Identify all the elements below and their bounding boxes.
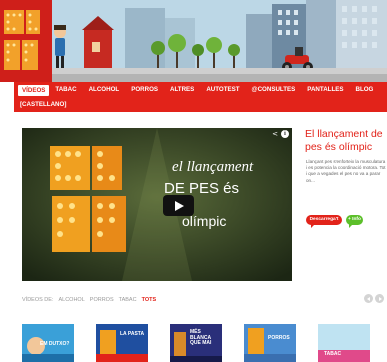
video-thumbnail[interactable]: Més blanca que mai [170, 324, 222, 362]
nav-row: [Castellano] [14, 98, 72, 112]
nav-item-pantalles[interactable]: Pantalles [301, 83, 349, 97]
next-arrow-icon[interactable] [375, 294, 384, 303]
filter-tots[interactable]: Tots [142, 297, 157, 303]
nav-item-tabac[interactable]: Tabac [49, 83, 82, 97]
article-title[interactable]: El llançament de pes és olímpic [305, 128, 387, 154]
language-link[interactable]: [Castellano] [14, 98, 72, 112]
nav-item-altres[interactable]: Altres [164, 83, 200, 97]
main-nav: Vídeos Tabac Alcohol Porros Altres Autot… [14, 82, 387, 112]
nav-item-porros[interactable]: Porros [125, 83, 164, 97]
filter-label: Vídeos de: [22, 297, 54, 303]
video-thumbnail[interactable]: Tabac [318, 324, 370, 362]
info-icon[interactable]: i [281, 130, 289, 138]
nav-item-videos[interactable]: Vídeos [18, 84, 50, 96]
thumbnail-caption: Més blanca que mai [190, 329, 212, 346]
video-player[interactable]: el llançament DE PES és olímpic < i [22, 128, 292, 281]
header-banner [0, 0, 387, 82]
nav-item-autotest[interactable]: Autotest [200, 83, 245, 97]
thumbnail-caption: Tabac [324, 351, 342, 357]
nav-item-alcohol[interactable]: Alcohol [83, 83, 126, 97]
filter-porros[interactable]: Porros [90, 297, 114, 303]
video-filter-bar: Vídeos de: Alcohol Porros Tabac Tots [22, 295, 161, 305]
nav-item-consultes[interactable]: @consultes [246, 83, 302, 97]
logo [0, 0, 52, 82]
thumbnail-caption: Em dutxo? [40, 341, 70, 347]
prev-arrow-icon[interactable] [364, 294, 373, 303]
video-thumbnail[interactable]: Porros [244, 324, 296, 362]
video-overlay-title: el llançament [172, 159, 254, 175]
nav-row: Vídeos Tabac Alcohol Porros Altres Autot… [14, 83, 379, 97]
play-button[interactable] [163, 195, 194, 216]
thumbnail-caption: La pasta [120, 331, 145, 337]
video-thumbnail[interactable]: La pasta [96, 324, 148, 362]
download-button-tail [311, 224, 315, 228]
filter-tabac[interactable]: Tabac [119, 297, 137, 303]
video-thumbnail[interactable]: Em dutxo? [22, 324, 74, 362]
nav-item-blog[interactable]: Blog [350, 83, 380, 97]
article-text: Llançant pes s'enforteix la musculatura … [306, 159, 386, 183]
info-button-tail [349, 224, 353, 228]
share-icon[interactable]: < [272, 130, 278, 138]
thumbnail-caption: Porros [268, 335, 290, 341]
filter-alcohol[interactable]: Alcohol [58, 297, 84, 303]
